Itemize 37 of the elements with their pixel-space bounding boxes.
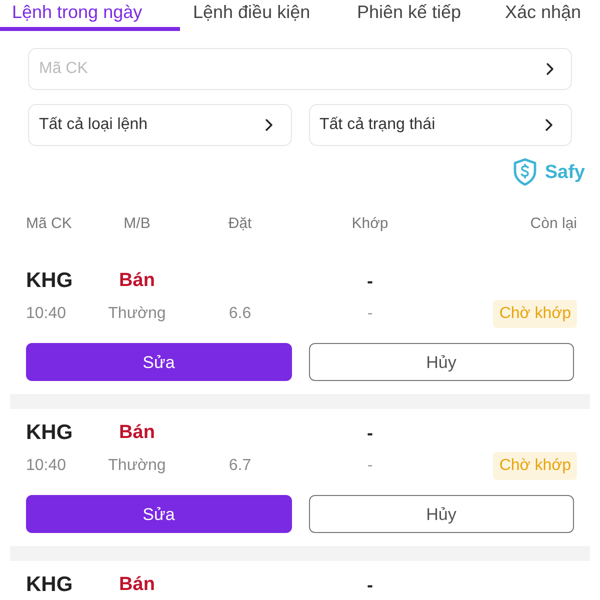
- tab[interactable]: Lệnh trong ngày: [0, 0, 180, 31]
- tab[interactable]: Xác nhận: [492, 0, 600, 31]
- order-type: Thường: [108, 306, 166, 322]
- matched-volume: -: [367, 576, 373, 594]
- order-side: Bán: [119, 271, 155, 290]
- order-time: 10:40: [26, 306, 66, 322]
- column-header: M/B: [124, 214, 150, 234]
- edit-button[interactable]: Sửa: [26, 343, 292, 381]
- order-side: Bán: [119, 575, 155, 594]
- order-type: Thường: [108, 458, 166, 474]
- order-side: Bán: [119, 423, 155, 442]
- filter-dropdown[interactable]: Tất cả trạng thái: [308, 104, 572, 146]
- stock-symbol: KHG: [26, 574, 73, 595]
- edit-button[interactable]: Sửa: [26, 495, 292, 533]
- matched-volume: -: [367, 424, 373, 442]
- order-price: 6.6: [228, 306, 252, 322]
- status-badge: Chờ khớp: [493, 300, 577, 328]
- shield-dollar-icon: [512, 158, 537, 186]
- filter-dropdown[interactable]: Tất cả loại lệnh: [28, 104, 292, 146]
- tab[interactable]: Phiên kế tiếp: [344, 0, 492, 31]
- search-field[interactable]: Mã CK: [28, 48, 572, 90]
- matched-volume: -: [367, 272, 373, 290]
- cancel-button[interactable]: Hủy: [308, 343, 574, 381]
- order-time: 10:40: [26, 458, 66, 474]
- cancel-button[interactable]: Hủy: [308, 495, 574, 533]
- column-header: Còn lại: [530, 214, 577, 234]
- matched-price: -: [367, 306, 373, 322]
- brand-logo-text: Safy: [544, 162, 585, 182]
- column-header: Đặt: [228, 214, 252, 234]
- status-badge: Chờ khớp: [493, 452, 577, 480]
- column-header: Mã CK: [26, 214, 72, 234]
- tab[interactable]: Lệnh điều kiện: [180, 0, 344, 31]
- order-price: 6.7: [228, 458, 252, 474]
- stock-symbol: KHG: [26, 270, 73, 291]
- stock-symbol: KHG: [26, 422, 73, 443]
- matched-price: -: [367, 458, 373, 474]
- column-header: Khớp: [352, 214, 388, 234]
